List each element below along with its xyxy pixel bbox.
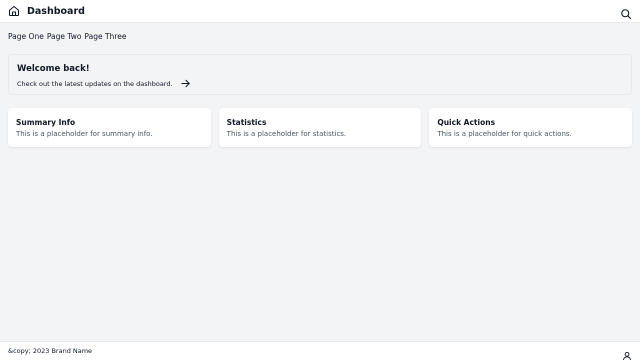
welcome-text: Check out the latest updates on the dash…: [17, 79, 173, 88]
home-icon[interactable]: [8, 5, 20, 17]
card-row: Summary Info This is a placeholder for s…: [8, 108, 633, 147]
user-icon[interactable]: [622, 346, 632, 360]
card-title: Quick Actions: [437, 118, 496, 127]
nav-item-page-two[interactable]: Page Two: [47, 32, 82, 41]
copyright-text: &copy; 2023 Brand Name: [8, 347, 93, 355]
page-title: Dashboard: [27, 5, 85, 17]
card-summary-info: Summary Info This is a placeholder for s…: [8, 108, 211, 147]
card-title: Summary Info: [16, 118, 76, 127]
card-title: Statistics: [226, 118, 267, 127]
top-nav: Page One Page Two Page Three: [8, 32, 126, 41]
search-icon[interactable]: [620, 5, 632, 20]
welcome-title: Welcome back!: [17, 64, 90, 74]
card-text: This is a placeholder for quick actions.: [437, 130, 572, 138]
header-bar: Dashboard: [0, 0, 640, 23]
card-statistics: Statistics This is a placeholder for sta…: [218, 108, 422, 147]
nav-item-page-one[interactable]: Page One: [8, 32, 44, 41]
card-quick-actions: Quick Actions This is a placeholder for …: [429, 108, 633, 147]
welcome-row: Check out the latest updates on the dash…: [17, 78, 623, 89]
arrow-right-icon[interactable]: [180, 78, 191, 89]
footer-bar: &copy; 2023 Brand Name: [0, 341, 640, 360]
nav-item-page-three[interactable]: Page Three: [84, 32, 126, 41]
welcome-banner: Welcome back! Check out the latest updat…: [8, 54, 632, 95]
card-text: This is a placeholder for statistics.: [226, 130, 347, 138]
card-text: This is a placeholder for summary info.: [16, 130, 153, 138]
